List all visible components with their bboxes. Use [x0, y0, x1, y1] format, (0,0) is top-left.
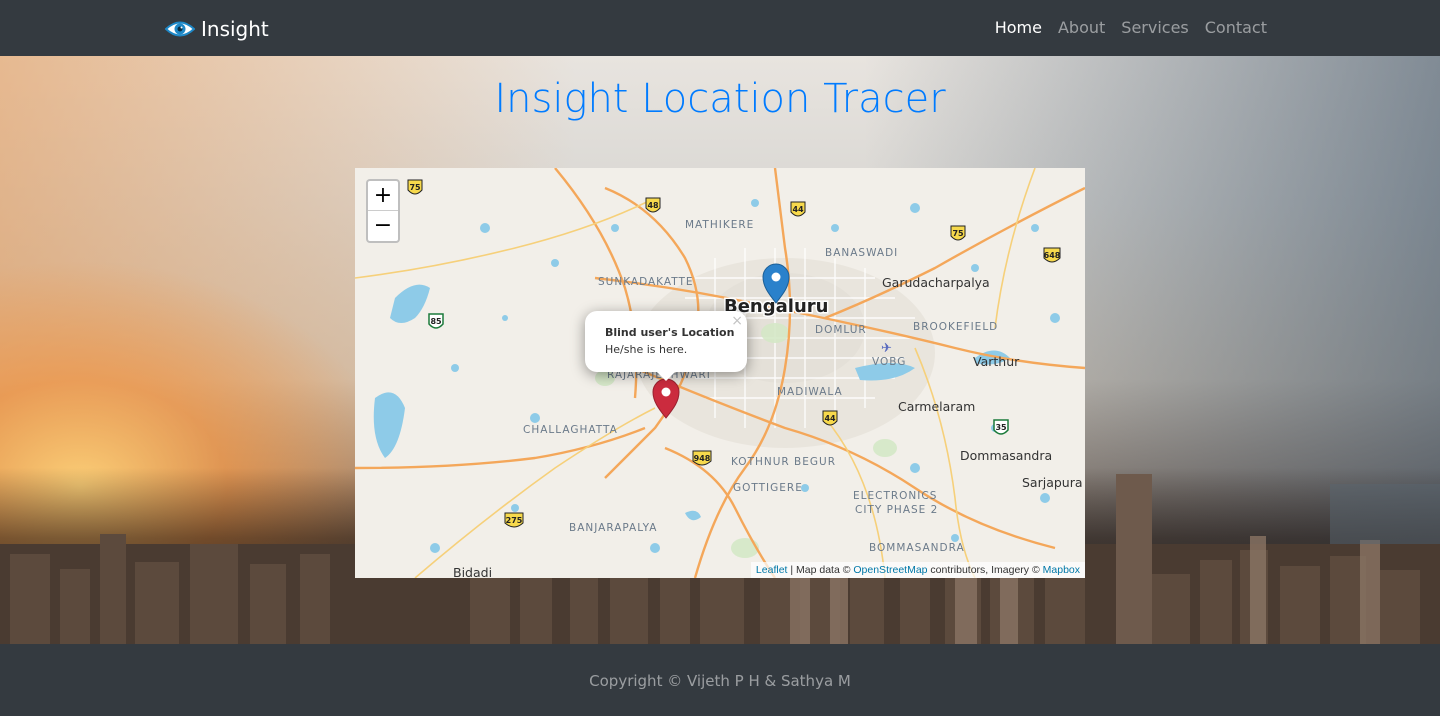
label-banaswadi: BANASWADI	[825, 247, 898, 259]
hero-section: Insight Location Tracer MATHIKERE BANASW…	[0, 56, 1440, 644]
nav-services[interactable]: Services	[1121, 18, 1188, 37]
svg-text:85: 85	[430, 317, 442, 326]
label-mathikere: MATHIKERE	[685, 219, 754, 231]
label-domlur: DOMLUR	[815, 324, 867, 336]
footer: Copyright © Vijeth P H & Sathya M	[0, 644, 1440, 716]
label-dommasandra: Dommasandra	[960, 448, 1052, 463]
zoom-out-button[interactable]: −	[368, 211, 398, 241]
copyright-text: Copyright © Vijeth P H & Sathya M	[589, 672, 851, 690]
highway-shield-icon: 44	[822, 410, 838, 426]
label-gottigere: GOTTIGERE	[733, 482, 803, 494]
svg-text:44: 44	[792, 205, 804, 214]
svg-text:75: 75	[952, 229, 964, 238]
label-challaghatta: CHALLAGHATTA	[523, 424, 618, 436]
label-electronics-1: ELECTRONICS	[853, 490, 937, 502]
highway-shield-icon: 948	[692, 450, 712, 466]
nav-links: Home About Services Contact	[995, 18, 1267, 37]
label-sunkadakatte: SUNKADAKATTE	[598, 276, 694, 288]
eye-icon	[165, 21, 195, 37]
label-electronics-2: CITY PHASE 2	[855, 504, 938, 516]
label-kothnur: KOTHNUR BEGUR	[731, 456, 836, 468]
popup-title: Blind user's Location	[605, 326, 735, 339]
highway-shield-icon: 275	[504, 512, 524, 528]
highway-shield-icon: 35	[993, 419, 1009, 435]
label-garudacharpalya: Garudacharpalya	[882, 275, 990, 290]
label-varthur: Varthur	[973, 354, 1020, 369]
highway-shield-icon: 48	[645, 197, 661, 213]
svg-text:35: 35	[995, 423, 1007, 432]
airport-icon: ✈	[881, 341, 892, 356]
label-madiwala: MADIWALA	[777, 386, 843, 398]
nav-about[interactable]: About	[1058, 18, 1105, 37]
svg-text:648: 648	[1044, 251, 1061, 260]
brand-name: Insight	[201, 17, 269, 41]
zoom-control: + −	[366, 179, 400, 243]
label-brookefield: BROOKEFIELD	[913, 321, 998, 333]
highway-shield-icon: 75	[950, 225, 966, 241]
attribution-text: | Map data ©	[787, 564, 854, 576]
navbar: Insight Home About Services Contact	[0, 0, 1440, 56]
label-banjarapalya: BANJARAPALYA	[569, 522, 657, 534]
label-sarjapura: Sarjapura	[1022, 475, 1083, 490]
highway-shield-icon: 648	[1043, 247, 1061, 263]
label-bidadi: Bidadi	[453, 565, 492, 578]
leaflet-link[interactable]: Leaflet	[756, 564, 788, 576]
highway-shield-icon: 85	[428, 313, 444, 329]
highway-shield-icon: 75	[407, 179, 423, 195]
mapbox-link[interactable]: Mapbox	[1043, 564, 1080, 576]
svg-text:275: 275	[506, 516, 523, 525]
popup-body: He/she is here.	[605, 343, 688, 356]
svg-text:75: 75	[409, 183, 421, 192]
svg-text:44: 44	[824, 414, 836, 423]
brand-link[interactable]: Insight	[165, 14, 269, 44]
map-container[interactable]: MATHIKERE BANASWADI SUNKADAKATTE DOMLUR …	[355, 168, 1085, 578]
osm-link[interactable]: OpenStreetMap	[853, 564, 927, 576]
zoom-in-button[interactable]: +	[368, 181, 398, 211]
page-title: Insight Location Tracer	[494, 76, 946, 122]
label-vobg: VOBG	[872, 356, 906, 368]
map-attribution: Leaflet | Map data © OpenStreetMap contr…	[750, 562, 1085, 578]
svg-text:48: 48	[647, 201, 659, 210]
highway-shield-icon: 44	[790, 201, 806, 217]
label-bommasandra: BOMMASANDRA	[869, 542, 965, 554]
label-carmelaram: Carmelaram	[898, 399, 975, 414]
map-tiles[interactable]: MATHIKERE BANASWADI SUNKADAKATTE DOMLUR …	[355, 168, 1085, 578]
location-popup: × Blind user's Location He/she is here.	[585, 311, 747, 372]
svg-text:948: 948	[694, 454, 711, 463]
nav-contact[interactable]: Contact	[1205, 18, 1267, 37]
attribution-text-2: contributors, Imagery ©	[927, 564, 1043, 576]
nav-home[interactable]: Home	[995, 18, 1042, 37]
popup-tip	[656, 371, 676, 381]
